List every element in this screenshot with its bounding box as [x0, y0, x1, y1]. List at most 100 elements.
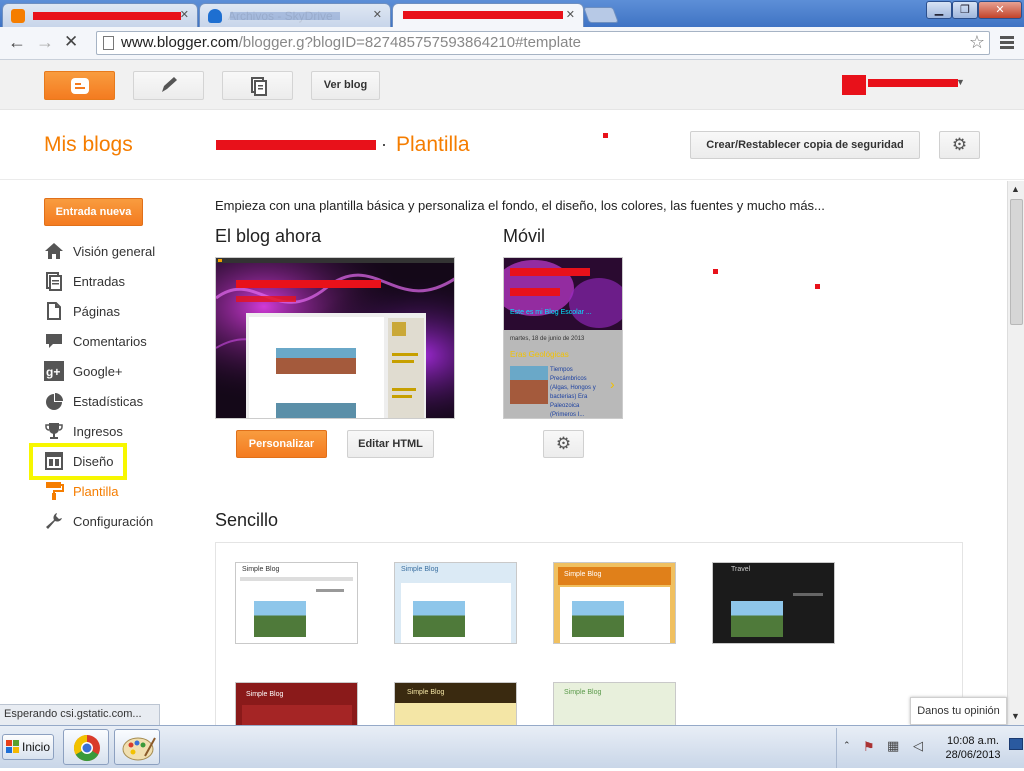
template-title: Simple Blog [407, 689, 445, 696]
browser-tab-2[interactable]: Archivos - SkyDrive ✕ [199, 3, 391, 27]
page-title: Plantilla [396, 133, 470, 156]
current-blog-preview[interactable] [215, 257, 455, 419]
template-thumbnail[interactable]: Simple Blog [235, 682, 358, 725]
new-post-pencil-button[interactable] [133, 71, 204, 100]
page-icon [103, 36, 114, 50]
template-title: Travel [731, 566, 751, 573]
show-hidden-icons[interactable]: ⌃ [843, 740, 851, 751]
intro-text: Empieza con una plantilla básica y perso… [215, 198, 825, 213]
close-tab-icon[interactable]: ✕ [373, 8, 382, 21]
mobile-settings-button[interactable]: ⚙ [543, 430, 584, 458]
backup-restore-button[interactable]: Crear/Restablecer copia de seguridad [690, 131, 920, 159]
browser-tab-3-active[interactable]: ✕ [392, 3, 584, 27]
trophy-icon [45, 423, 63, 439]
windows-taskbar: Inicio ⌃ ⚑ ▦ ◁ 10:08 a.m. 28/06/2013 [0, 725, 1024, 768]
url-path: /blogger.g?blogID=827485757593864210#tem… [238, 34, 581, 51]
comments-icon [46, 334, 62, 348]
template-title: Simple Blog [242, 566, 280, 573]
address-bar[interactable]: www.blogger.com/blogger.g?blogID=8274857… [96, 31, 990, 55]
red-dot-mark [815, 284, 820, 289]
mobile-header-image [504, 258, 622, 330]
new-tab-button[interactable] [583, 7, 619, 23]
svg-text:g+: g+ [46, 365, 60, 379]
posts-stack-icon [251, 77, 267, 96]
browser-status-bar: Esperando csi.gstatic.com... [0, 704, 160, 725]
stop-icon[interactable]: ✕ [64, 32, 78, 52]
posts-icon [46, 272, 62, 291]
redacted-tab-title [403, 11, 563, 19]
browser-tab-1[interactable]: ✕ [2, 3, 198, 27]
home-icon [45, 243, 63, 259]
forward-icon[interactable]: → [36, 32, 54, 53]
title-separator: · [381, 134, 387, 154]
close-tab-icon[interactable]: ✕ [180, 8, 189, 21]
network-icon[interactable]: ▦ [887, 738, 899, 754]
clock[interactable]: 10:08 a.m. 28/06/2013 [941, 734, 1005, 762]
mobile-blog-subtitle: Este es mi Blog Escolar ... [510, 309, 592, 316]
mobile-post-title: Eras Geológicas [510, 350, 569, 359]
template-thumbnail[interactable]: Simple Blog [394, 682, 517, 725]
sidebar-item-label: Google+ [73, 364, 123, 379]
gear-icon: ⚙ [555, 434, 572, 453]
template-thumbnail[interactable]: Travel [712, 562, 835, 644]
customize-button[interactable]: Personalizar [236, 430, 327, 458]
scroll-up-icon[interactable]: ▲ [1011, 184, 1020, 194]
layout-highlight-box [29, 443, 127, 480]
close-tab-icon[interactable]: ✕ [566, 8, 575, 21]
scroll-down-icon[interactable]: ▼ [1011, 711, 1020, 721]
browser-tab-strip: ✕ Archivos - SkyDrive ✕ ✕ ▁ ❐ ✕ [0, 0, 1024, 27]
settings-gear-button[interactable]: ⚙ [939, 131, 980, 159]
sidebar-item-label: Visión general [73, 244, 156, 259]
redacted-blog-title[interactable] [216, 140, 376, 150]
restore-button[interactable]: ❐ [952, 1, 978, 19]
view-blog-button[interactable]: Ver blog [311, 71, 380, 100]
redacted-tab-title [230, 12, 340, 20]
url-domain: www.blogger.com [121, 34, 239, 51]
skydrive-icon [208, 9, 222, 23]
new-post-button[interactable]: Entrada nueva [44, 198, 143, 226]
sidebar-item-label: Comentarios [73, 334, 147, 349]
minimize-button[interactable]: ▁ [926, 1, 952, 19]
mobile-blog-preview[interactable]: Este es mi Blog Escolar ... martes, 18 d… [503, 257, 623, 419]
sidebar-item-label: Páginas [73, 304, 120, 319]
scrollbar-thumb[interactable] [1010, 199, 1023, 325]
blogger-top-bar: Ver blog ▼ [0, 60, 1024, 110]
template-thumbnail[interactable]: Simple Blog [553, 562, 676, 644]
mobile-heading: Móvil [503, 226, 546, 246]
template-thumbnail[interactable]: Simple Blog [553, 682, 676, 725]
template-thumbnail[interactable]: Simple Blog [235, 562, 358, 644]
pencil-icon [162, 77, 177, 92]
volume-icon[interactable]: ◁ [913, 738, 923, 754]
sidebar-item-label: Ingresos [73, 424, 123, 439]
account-dropdown-icon[interactable]: ▼ [956, 77, 965, 87]
mobile-post-date: martes, 18 de junio de 2013 [510, 336, 585, 342]
sidebar-item-label: Estadísticas [73, 394, 144, 409]
my-blogs-link[interactable]: Mis blogs [44, 133, 133, 157]
red-dot-mark [713, 269, 718, 274]
edit-html-button[interactable]: Editar HTML [347, 430, 434, 458]
paint-palette-icon [122, 737, 156, 761]
blogger-home-button[interactable] [44, 71, 115, 100]
back-icon[interactable]: ← [8, 32, 26, 53]
redacted-tab-title [33, 12, 181, 20]
action-center-icon[interactable]: ⚑ [863, 739, 875, 755]
gear-icon: ⚙ [951, 135, 968, 154]
posts-list-button[interactable] [222, 71, 293, 100]
current-blog-heading: El blog ahora [215, 226, 322, 246]
template-title: Simple Blog [246, 691, 284, 698]
close-window-button[interactable]: ✕ [978, 1, 1022, 19]
start-button[interactable]: Inicio [2, 734, 54, 760]
bookmark-star-icon[interactable]: ☆ [969, 32, 985, 53]
taskbar-paint[interactable] [114, 729, 160, 765]
chrome-menu-icon[interactable] [1000, 36, 1014, 51]
template-title: Simple Blog [564, 571, 602, 578]
template-thumbnail[interactable]: Simple Blog [394, 562, 517, 644]
next-arrow-icon: › [610, 376, 615, 392]
avatar[interactable] [842, 75, 866, 95]
show-desktop-icon[interactable] [1009, 738, 1023, 750]
feedback-button[interactable]: Danos tu opinión [910, 697, 1007, 725]
taskbar-chrome[interactable] [63, 729, 109, 765]
red-dot-mark [603, 133, 608, 138]
vertical-scrollbar[interactable]: ▲ ▼ [1007, 181, 1024, 725]
redacted-account-name[interactable] [868, 79, 958, 87]
